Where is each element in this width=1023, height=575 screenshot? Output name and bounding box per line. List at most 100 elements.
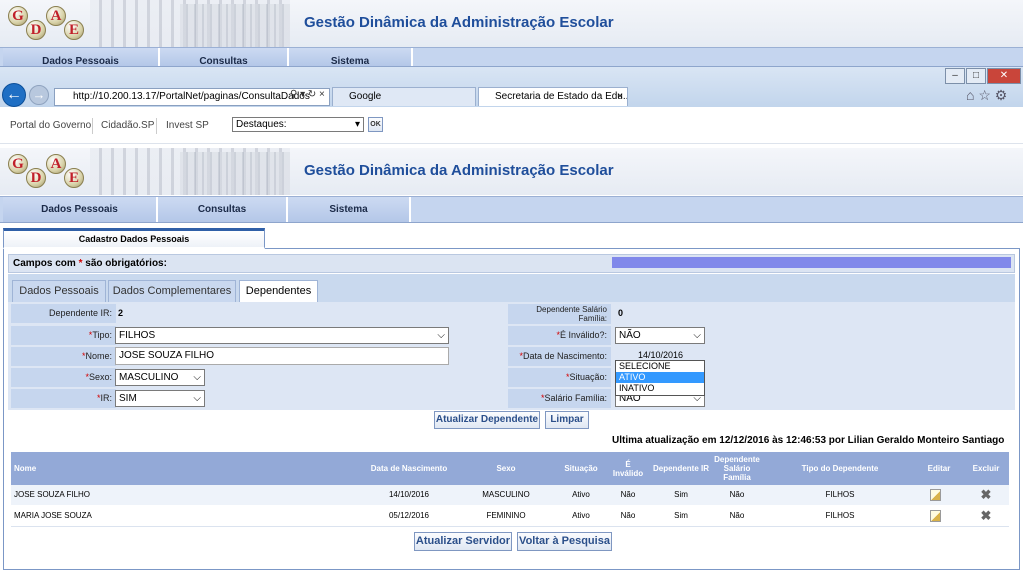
app-title: Gestão Dinâmica da Administração Escolar [304, 162, 614, 179]
minimize-button[interactable]: – [945, 68, 965, 84]
sexo-label: *Sexo: [11, 368, 116, 387]
cell-salario-familia: Não [729, 511, 745, 520]
link-bar: Portal do Governo Cidadão.SP Invest SP D… [0, 108, 1023, 144]
atualizar-servidor-button[interactable]: Atualizar Servidor [414, 532, 512, 551]
edit-icon[interactable] [930, 489, 941, 501]
tab-cadastro-dados-pessoais[interactable]: Cadastro Dados Pessoais [3, 228, 265, 249]
column-header: Tipo do Dependente [801, 464, 879, 473]
maximize-button[interactable]: □ [966, 68, 986, 84]
gdae-logo: G D A E [6, 3, 86, 43]
situacao-dropdown-list[interactable]: SELECIONE ATIVO INATIVO [615, 360, 705, 396]
invalido-select[interactable]: NÃO ⌵ [615, 327, 705, 344]
app-title: Gestão Dinâmica da Administração Escolar [304, 14, 614, 31]
ir-select[interactable]: SIM ⌵ [115, 390, 205, 407]
back-icon[interactable]: ← [2, 83, 26, 107]
cell-tipo: FILHOS [825, 490, 855, 499]
divider [156, 118, 157, 134]
cell-dependente-ir: Sim [674, 511, 688, 520]
cell-invalido: Não [620, 511, 636, 520]
voltar-pesquisa-button[interactable]: Voltar à Pesquisa [517, 532, 612, 551]
dependente-salario-familia-value: 0 [618, 308, 624, 318]
cell-invalido: Não [620, 490, 636, 499]
search-refresh-icons[interactable]: ⚲ ▾ ↻ × [290, 89, 325, 100]
situacao-option[interactable]: SELECIONE [616, 361, 704, 372]
destaques-select[interactable]: Destaques: ▾ [232, 117, 364, 132]
column-header: Editar [927, 464, 951, 473]
table-row: JOSE SOUZA FILHO 14/10/2016 MASCULINO At… [11, 485, 1009, 505]
column-header: Sexo [496, 464, 516, 473]
column-header: É Inválido [612, 459, 644, 478]
invalido-label: *É Inválido?: [508, 326, 611, 345]
menu-dados-pessoais-top[interactable]: Dados Pessoais [3, 48, 160, 67]
tab-secretaria[interactable]: Secretaria de Estado da Edu... × [478, 87, 628, 106]
dependente-ir-value: 2 [118, 308, 124, 318]
link-cidadao-sp[interactable]: Cidadão.SP [101, 120, 154, 131]
cell-sexo: FEMININO [486, 511, 526, 520]
chevron-down-icon: ⌵ [437, 330, 445, 341]
dependente-salario-familia-label: Dependente Salário Família: [508, 304, 611, 324]
column-header: Dependente Salário Família [714, 455, 760, 482]
cell-tipo: FILHOS [825, 511, 855, 520]
chevron-down-icon: ⌵ [193, 372, 201, 383]
progress-strip [612, 257, 1011, 268]
building-image-detail [180, 152, 290, 195]
link-portal-governo[interactable]: Portal do Governo [10, 120, 91, 131]
tab-dados-complementares[interactable]: Dados Complementares [108, 280, 236, 302]
close-window-button[interactable]: ✕ [987, 68, 1021, 84]
dependente-ir-label: Dependente IR: [11, 304, 116, 323]
tipo-select[interactable]: FILHOS ⌵ [115, 327, 449, 344]
chevron-down-icon: ⌵ [193, 393, 201, 404]
divider [11, 526, 1009, 527]
salario-familia-label: *Salário Família: [508, 389, 611, 408]
delete-icon[interactable]: ✖ [975, 506, 997, 526]
nascimento-input[interactable]: 14/10/2016 [638, 350, 683, 360]
sexo-select[interactable]: MASCULINO ⌵ [115, 369, 205, 386]
link-invest-sp[interactable]: Invest SP [166, 120, 209, 131]
cell-situacao: Ativo [572, 511, 590, 520]
column-header: Situação [564, 464, 598, 473]
chevron-down-icon: ▾ [354, 119, 360, 130]
building-image-detail [180, 4, 290, 47]
cell-data: 05/12/2016 [388, 511, 430, 520]
table-header: Nome Data de Nascimento Sexo Situação É … [11, 452, 1009, 485]
address-bar[interactable]: http://10.200.13.17/PortalNet/paginas/Co… [54, 88, 330, 106]
menu-consultas[interactable]: Consultas [158, 197, 288, 222]
forward-icon[interactable]: → [29, 85, 49, 105]
gdae-logo: G D A E [6, 151, 86, 191]
edit-icon[interactable] [930, 510, 941, 522]
cell-sexo: MASCULINO [482, 490, 530, 499]
browser-toolbar: ← → http://10.200.13.17/PortalNet/pagina… [0, 67, 1023, 107]
menu-consultas-top[interactable]: Consultas [160, 48, 289, 67]
cell-dependente-ir: Sim [674, 490, 688, 499]
home-star-gear-icons[interactable]: ⌂ ☆ ⚙ [966, 87, 1007, 104]
tab-dependentes[interactable]: Dependentes [239, 280, 318, 303]
close-tab-icon[interactable]: × [617, 88, 623, 105]
cell-salario-familia: Não [729, 490, 745, 499]
cell-nome: JOSE SOUZA FILHO [14, 490, 91, 499]
tab-google[interactable]: Google [332, 87, 476, 106]
divider [92, 118, 93, 134]
last-update-text: Ultima atualização em 12/12/2016 às 12:4… [612, 435, 1005, 446]
column-header: Excluir [972, 464, 1000, 473]
nome-input[interactable]: JOSE SOUZA FILHO [115, 347, 449, 365]
nascimento-label: *Data de Nascimento: [508, 347, 611, 366]
delete-icon[interactable]: ✖ [975, 485, 997, 505]
limpar-button[interactable]: Limpar [545, 411, 589, 429]
page-banner: G D A E Gestão Dinâmica da Administração… [0, 148, 1023, 195]
menu-sistema[interactable]: Sistema [288, 197, 411, 222]
situacao-label: *Situação: [508, 368, 611, 387]
nome-label: *Nome: [11, 347, 116, 366]
situacao-option[interactable]: INATIVO [616, 383, 704, 394]
cell-data: 14/10/2016 [388, 490, 430, 499]
situacao-option-selected[interactable]: ATIVO [616, 372, 704, 383]
cell-nome: MARIA JOSE SOUZA [14, 511, 92, 520]
atualizar-dependente-button[interactable]: Atualizar Dependente [434, 411, 540, 429]
table-row: MARIA JOSE SOUZA 05/12/2016 FEMININO Ati… [11, 506, 1009, 526]
column-header: Nome [14, 464, 37, 473]
menu-sistema-top[interactable]: Sistema [289, 48, 413, 67]
tipo-label: *Tipo: [11, 326, 116, 345]
ok-button[interactable]: OK [368, 117, 383, 132]
column-header: Dependente IR [652, 464, 709, 473]
menu-dados-pessoais[interactable]: Dados Pessoais [3, 197, 158, 222]
tab-dados-pessoais[interactable]: Dados Pessoais [12, 280, 106, 302]
